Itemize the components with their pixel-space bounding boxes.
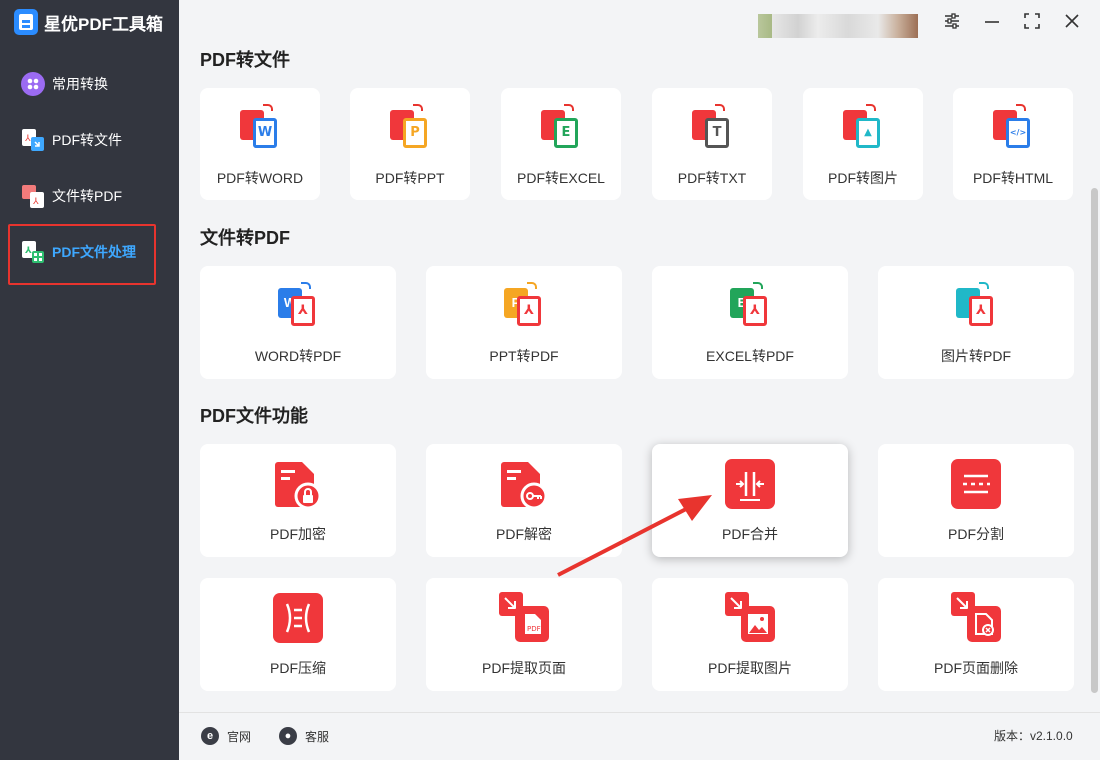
minimize-icon[interactable] <box>981 12 1003 34</box>
card-excel-to-pdf[interactable]: E ⅄ EXCEL转PDF <box>652 266 848 379</box>
card-label: WORD转PDF <box>254 348 342 364</box>
card-pdf-to-image[interactable]: ▲ PDF转图片 <box>803 88 923 200</box>
card-label: PDF压缩 <box>270 660 326 676</box>
card-label: PDF提取图片 <box>708 660 792 676</box>
card-image-to-pdf[interactable]: ⅄ 图片转PDF <box>878 266 1074 379</box>
version-text: 版本：v2.1.0.0 <box>994 729 1073 743</box>
globe-e-icon: e <box>201 727 219 745</box>
pdf-to-html-icon: </> <box>990 104 1036 150</box>
card-ppt-to-pdf[interactable]: P ⅄ PPT转PDF <box>426 266 622 379</box>
card-label: 图片转PDF <box>941 348 1011 364</box>
card-pdf-split[interactable]: PDF分割 <box>878 444 1074 557</box>
chat-bubble-icon: ● <box>279 727 297 745</box>
sidebar-item-label: PDF转文件 <box>52 132 122 148</box>
card-pdf-extract-pages[interactable]: PDF PDF提取页面 <box>426 578 622 691</box>
excel-to-pdf-icon: E ⅄ <box>727 282 773 328</box>
website-label: 官网 <box>227 729 252 744</box>
pdf-extract-pages-icon: PDF <box>497 590 551 644</box>
card-pdf-encrypt[interactable]: PDF加密 <box>200 444 396 557</box>
card-label: PDF提取页面 <box>482 660 566 676</box>
pdf-to-txt-icon: T <box>689 104 735 150</box>
card-word-to-pdf[interactable]: W ⅄ WORD转PDF <box>200 266 396 379</box>
highlight-annotation-box <box>8 224 156 285</box>
card-label: PDF加密 <box>270 526 326 542</box>
card-label: PPT转PDF <box>489 348 559 364</box>
sidebar-item-label: 文件转PDF <box>52 188 122 204</box>
apps-icon <box>20 71 46 97</box>
section-title-pdf-to-file: PDF转文件 <box>200 50 290 70</box>
pdf-encrypt-lock-icon <box>272 458 324 510</box>
card-label: EXCEL转PDF <box>706 348 794 364</box>
sidebar-item-file-to-pdf[interactable]: ⅄ 文件转PDF <box>0 168 179 224</box>
svg-text:PDF: PDF <box>527 625 541 633</box>
card-label: PDF分割 <box>948 526 1004 542</box>
pdf-decrypt-key-icon <box>498 458 550 510</box>
website-link[interactable]: e 官网 <box>201 727 251 745</box>
card-pdf-to-word[interactable]: W PDF转WORD <box>200 88 320 200</box>
svg-text:⅄: ⅄ <box>24 134 31 144</box>
card-pdf-compress[interactable]: PDF压缩 <box>200 578 396 691</box>
maximize-icon[interactable] <box>1021 12 1043 34</box>
ppt-to-pdf-icon: P ⅄ <box>501 282 547 328</box>
app-title-text: 星优PDF工具箱 <box>44 14 163 34</box>
pdf-merge-icon <box>724 458 776 510</box>
pdf-split-icon <box>950 458 1002 510</box>
section-title-pdf-functions: PDF文件功能 <box>200 406 308 426</box>
pdf-extract-images-icon <box>723 590 777 644</box>
pdf-delete-pages-icon <box>949 590 1003 644</box>
pdf-to-ppt-icon: P <box>387 104 433 150</box>
sidebar: 星优PDF工具箱 常用转换 ⅄ PDF转文件 ⅄ 文件转PDF ⅄ PDF文件处… <box>0 0 179 760</box>
card-pdf-extract-images[interactable]: PDF提取图片 <box>652 578 848 691</box>
user-account-blurred[interactable] <box>758 14 918 38</box>
title-bar <box>179 0 1100 46</box>
sidebar-item-pdf-to-file[interactable]: ⅄ PDF转文件 <box>0 112 179 168</box>
sidebar-item-label: 常用转换 <box>52 76 108 92</box>
word-to-pdf-icon: W ⅄ <box>275 282 321 328</box>
pdf-to-image-icon: ▲ <box>840 104 886 150</box>
scrollbar[interactable] <box>1091 188 1098 693</box>
annotation-arrow <box>557 495 712 577</box>
pdf-to-word-icon: W <box>237 104 283 150</box>
card-label: PDF转TXT <box>677 170 747 186</box>
card-label: PDF转PPT <box>375 170 445 186</box>
svg-text:⅄: ⅄ <box>32 197 39 207</box>
card-pdf-to-html[interactable]: </> PDF转HTML <box>953 88 1073 200</box>
footer: e 官网 ● 客服 版本：v2.1.0.0 <box>179 712 1100 760</box>
app-logo-icon <box>14 9 38 35</box>
card-pdf-delete-pages[interactable]: PDF页面删除 <box>878 578 1074 691</box>
service-link[interactable]: ● 客服 <box>279 727 329 745</box>
app-title: 星优PDF工具箱 <box>14 9 163 35</box>
pdf-compress-icon <box>272 592 324 644</box>
sidebar-item-common[interactable]: 常用转换 <box>0 56 179 112</box>
settings-sliders-icon[interactable] <box>941 12 963 34</box>
card-pdf-to-excel[interactable]: E PDF转EXCEL <box>501 88 621 200</box>
card-label: PDF转HTML <box>972 170 1054 186</box>
card-pdf-to-ppt[interactable]: P PDF转PPT <box>350 88 470 200</box>
card-label: PDF转WORD <box>216 170 304 186</box>
pdf-to-file-icon: ⅄ <box>20 127 46 153</box>
image-to-pdf-icon: ⅄ <box>953 282 999 328</box>
card-label: PDF转EXCEL <box>517 170 605 186</box>
card-pdf-to-txt[interactable]: T PDF转TXT <box>652 88 772 200</box>
file-to-pdf-icon: ⅄ <box>20 183 46 209</box>
card-label: PDF转图片 <box>828 170 898 186</box>
card-label: PDF页面删除 <box>934 660 1018 676</box>
pdf-to-excel-icon: E <box>538 104 584 150</box>
service-label: 客服 <box>305 729 330 744</box>
close-icon[interactable] <box>1061 12 1083 34</box>
section-title-file-to-pdf: 文件转PDF <box>200 228 290 248</box>
